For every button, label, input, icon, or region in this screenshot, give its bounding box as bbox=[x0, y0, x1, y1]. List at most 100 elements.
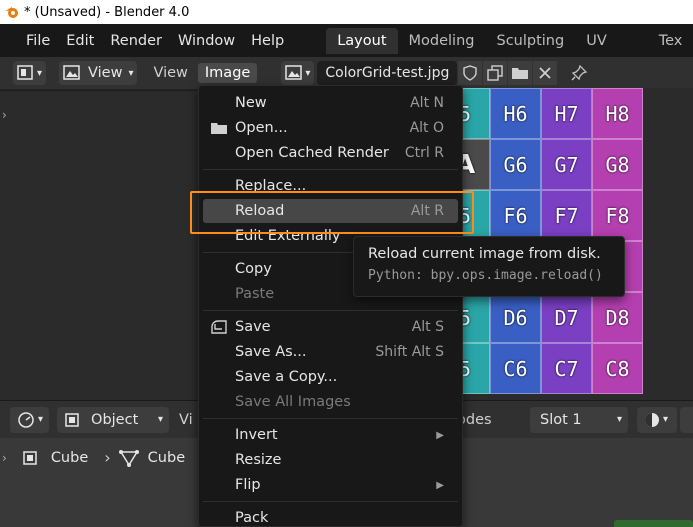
workspace-tabs: Layout Modeling Sculpting UV Editing Tex bbox=[326, 24, 693, 75]
grid-cell: D8 bbox=[592, 292, 643, 343]
menu-item-open-cached-render[interactable]: Open Cached Render Ctrl R bbox=[203, 141, 458, 165]
image-browse-icon bbox=[285, 65, 303, 80]
pin-icon bbox=[571, 65, 588, 81]
menu-separator bbox=[203, 310, 458, 311]
chevron-down-icon: ▾ bbox=[37, 67, 43, 79]
grid-cell: G7 bbox=[541, 139, 592, 190]
reload-tooltip: Reload current image from disk. Python: … bbox=[353, 236, 625, 297]
duplicate-image-button[interactable] bbox=[483, 61, 508, 85]
chevron-down-icon: ▾ bbox=[38, 414, 44, 425]
object-mode-icon bbox=[65, 412, 79, 427]
folder-icon bbox=[211, 123, 227, 134]
chevron-down-icon: ▾ bbox=[616, 414, 622, 425]
material-preview-dropdown[interactable]: ▾ bbox=[637, 406, 677, 433]
viewport-view-menu[interactable]: Vi bbox=[179, 412, 193, 428]
fake-user-button[interactable] bbox=[458, 61, 483, 85]
duplicate-icon bbox=[487, 65, 504, 81]
viewport-overflow-button[interactable] bbox=[680, 406, 693, 433]
grid-cell: H8 bbox=[592, 88, 643, 139]
menu-separator bbox=[203, 169, 458, 170]
breadcrumb-object: Cube bbox=[50, 449, 89, 466]
material-slot-dropdown[interactable]: Slot 1 ▾ bbox=[530, 406, 628, 433]
menu-separator bbox=[203, 501, 458, 502]
object-mode-label: Object bbox=[91, 411, 139, 428]
save-icon bbox=[211, 320, 227, 334]
grid-cell: D6 bbox=[490, 292, 541, 343]
open-image-button[interactable] bbox=[508, 61, 533, 85]
material-slot-label: Slot 1 bbox=[540, 411, 582, 428]
clock-icon bbox=[18, 411, 34, 428]
grid-cell: F7 bbox=[541, 190, 592, 241]
tab-sculpting[interactable]: Sculpting bbox=[485, 28, 575, 54]
menu-help[interactable]: Help bbox=[243, 33, 292, 49]
mesh-icon bbox=[118, 449, 139, 467]
tab-layout[interactable]: Layout bbox=[326, 27, 398, 54]
grid-cell: H7 bbox=[541, 88, 592, 139]
folder-icon bbox=[512, 68, 529, 79]
chevron-down-icon: ▾ bbox=[663, 414, 669, 425]
image-browse-dropdown[interactable]: ▾ bbox=[281, 61, 315, 85]
top-menubar: File Edit Render Window Help Layout Mode… bbox=[0, 24, 693, 75]
view-mode-dropdown[interactable]: View ▾ bbox=[59, 61, 138, 85]
menu-file[interactable]: File bbox=[18, 33, 58, 49]
tab-texture-paint[interactable]: Tex bbox=[648, 28, 693, 54]
menu-item-resize[interactable]: Resize bbox=[203, 448, 458, 472]
menu-item-invert[interactable]: Invert ▶ bbox=[203, 423, 458, 447]
menu-item-open[interactable]: Open... Alt O bbox=[203, 116, 458, 140]
menu-item-pack[interactable]: Pack bbox=[203, 506, 458, 527]
viewport-editor-type-dropdown[interactable]: ▾ bbox=[10, 406, 50, 433]
submenu-arrow-icon: ▶ bbox=[436, 479, 444, 491]
image-name-field[interactable]: ColorGrid-test.jpg bbox=[317, 61, 458, 85]
image-menu-dropdown: New Alt N Open... Alt O Open Cached Render… bbox=[198, 85, 463, 527]
blender-app-icon bbox=[5, 7, 18, 18]
pin-button[interactable] bbox=[571, 61, 591, 85]
grid-cell: F8 bbox=[592, 190, 643, 241]
status-badge bbox=[614, 520, 693, 527]
menu-item-new[interactable]: New Alt N bbox=[203, 91, 458, 115]
object-mode-dropdown[interactable]: Object ▾ bbox=[57, 406, 170, 433]
view-mode-label: View bbox=[88, 65, 123, 81]
toolbar-expand-arrow-icon[interactable]: › bbox=[2, 108, 7, 122]
material-sphere-icon bbox=[645, 412, 659, 427]
image-menu[interactable]: Image bbox=[197, 63, 258, 83]
breadcrumb-mesh: Cube bbox=[147, 449, 186, 466]
grid-cell: G6 bbox=[490, 139, 541, 190]
tooltip-python: Python: bpy.ops.image.reload() bbox=[368, 268, 603, 283]
grid-cell: C6 bbox=[490, 343, 541, 394]
grid-cell: C7 bbox=[541, 343, 592, 394]
menu-item-save[interactable]: Save Alt S bbox=[203, 315, 458, 339]
tooltip-description: Reload current image from disk. bbox=[368, 246, 601, 262]
menu-render[interactable]: Render bbox=[102, 33, 170, 49]
menu-item-flip[interactable]: Flip ▶ bbox=[203, 473, 458, 497]
view-menu[interactable]: View bbox=[147, 65, 193, 81]
object-icon bbox=[23, 450, 37, 465]
menu-item-save-a-copy[interactable]: Save a Copy... bbox=[203, 365, 458, 389]
menu-edit[interactable]: Edit bbox=[58, 33, 102, 49]
window-title: * (Unsaved) - Blender 4.0 bbox=[24, 4, 190, 20]
menu-item-save-as[interactable]: Save As... Shift Alt S bbox=[203, 340, 458, 364]
chevron-right-icon: › bbox=[104, 448, 111, 467]
close-icon bbox=[539, 67, 551, 79]
menu-separator bbox=[203, 418, 458, 419]
tab-modeling[interactable]: Modeling bbox=[398, 28, 486, 54]
tab-uv-editing[interactable]: UV Editing bbox=[575, 28, 648, 75]
menu-window[interactable]: Window bbox=[170, 33, 243, 49]
shield-icon bbox=[463, 65, 478, 81]
chevron-down-icon: ▾ bbox=[128, 67, 134, 79]
grid-cell: H6 bbox=[490, 88, 541, 139]
menu-item-save-all-images[interactable]: Save All Images bbox=[203, 390, 458, 414]
breadcrumb: › Cube › Cube bbox=[0, 448, 185, 467]
window-titlebar: * (Unsaved) - Blender 4.0 bbox=[0, 0, 693, 24]
expand-arrow-icon[interactable]: › bbox=[2, 451, 7, 465]
submenu-arrow-icon: ▶ bbox=[436, 429, 444, 441]
grid-cell: D7 bbox=[541, 292, 592, 343]
grid-cell: F6 bbox=[490, 190, 541, 241]
editor-type-dropdown[interactable]: ▾ bbox=[13, 61, 47, 85]
image-view-icon bbox=[63, 65, 80, 80]
grid-cell: G8 bbox=[592, 139, 643, 190]
unlink-image-button[interactable] bbox=[533, 61, 558, 85]
chevron-down-icon: ▾ bbox=[158, 414, 164, 425]
grid-cell: C8 bbox=[592, 343, 643, 394]
chevron-down-icon: ▾ bbox=[305, 67, 311, 79]
reload-highlight-box bbox=[190, 191, 474, 234]
